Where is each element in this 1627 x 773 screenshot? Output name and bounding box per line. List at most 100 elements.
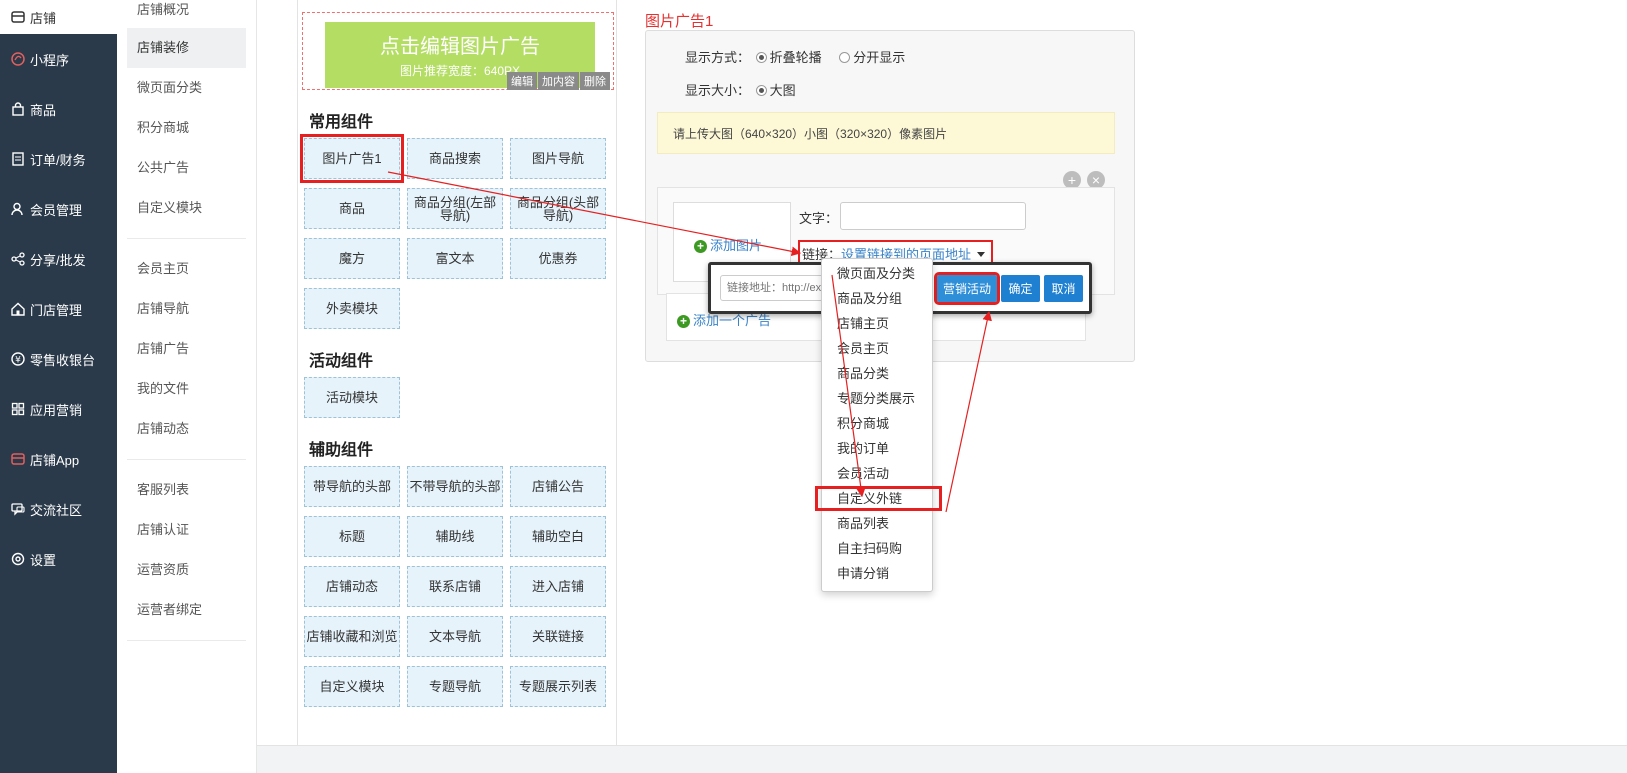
sidebar-item-apps[interactable]: 应用营销 (0, 384, 117, 434)
sidebar-item-community[interactable]: 交流社区 (0, 484, 117, 534)
submenu-item-service-list[interactable]: 客服列表 (117, 470, 256, 510)
link-url-input[interactable] (720, 275, 830, 301)
component-custom-module[interactable]: 自定义模块 (304, 666, 400, 707)
submenu-item-store-news[interactable]: 店铺动态 (117, 409, 256, 449)
confirm-button[interactable]: 确定 (1001, 275, 1040, 302)
sidebar-item-mini-program[interactable]: 小程序 (0, 34, 117, 84)
dropdown-item[interactable]: 商品及分组 (822, 286, 932, 311)
display-size-label: 显示大小： (685, 83, 751, 98)
sidebar-item-label: 设置 (30, 552, 57, 568)
sidebar-item-share[interactable]: 分享/批发 (0, 234, 117, 284)
dropdown-item[interactable]: 微页面及分类 (822, 261, 932, 286)
main-sidebar: 店铺 小程序 商品 订单/财务 会员管理 分享/批发 门店管理 ¥ 零售收银台 … (0, 0, 117, 773)
component-image-nav[interactable]: 图片导航 (510, 138, 606, 179)
image-ad-preview[interactable]: 点击编辑图片广告 图片推荐宽度：640PX 编辑 加内容 删除 (302, 12, 614, 90)
submenu-item-member-home[interactable]: 会员主页 (117, 249, 256, 289)
delete-button[interactable]: 删除 (580, 72, 610, 90)
mini-program-icon (10, 51, 26, 67)
component-activity[interactable]: 活动模块 (304, 377, 400, 418)
component-takeaway[interactable]: 外卖模块 (304, 288, 400, 329)
component-group-left-nav[interactable]: 商品分组(左部导航) (407, 188, 503, 229)
sidebar-item-store[interactable]: 店铺 (0, 0, 117, 34)
component-header-with-nav[interactable]: 带导航的头部 (304, 466, 400, 507)
component-contact-store[interactable]: 联系店铺 (407, 566, 503, 607)
component-header-without-nav[interactable]: 不带导航的头部 (407, 466, 503, 507)
submenu-item-overview[interactable]: 店铺概况 (117, 0, 256, 28)
dropdown-item[interactable]: 店铺主页 (822, 311, 932, 336)
sidebar-item-store-app[interactable]: 店铺App (0, 434, 117, 484)
section-title-common: 常用组件 (309, 114, 374, 131)
edit-button[interactable]: 编辑 (507, 72, 537, 90)
sidebar-item-orders[interactable]: 订单/财务 (0, 134, 117, 184)
apps-icon (10, 401, 26, 417)
component-guide-line[interactable]: 辅助线 (407, 516, 503, 557)
dropdown-item[interactable]: 商品分类 (822, 361, 932, 386)
component-favorites[interactable]: 店铺收藏和浏览 (304, 616, 400, 657)
members-icon (10, 201, 26, 217)
marketing-button[interactable]: 营销活动 (934, 272, 1000, 305)
store-icon (10, 9, 26, 25)
component-goods[interactable]: 商品 (304, 188, 400, 229)
text-input[interactable] (840, 202, 1026, 230)
dropdown-item[interactable]: 积分商城 (822, 411, 932, 436)
cancel-button[interactable]: 取消 (1044, 275, 1083, 302)
plus-icon: + (677, 315, 690, 328)
component-topic-nav[interactable]: 专题导航 (407, 666, 503, 707)
submenu-item-my-files[interactable]: 我的文件 (117, 369, 256, 409)
submenu-item-store-ads[interactable]: 店铺广告 (117, 329, 256, 369)
submenu-item-custom-module[interactable]: 自定义模块 (117, 188, 256, 228)
component-magic-cube[interactable]: 魔方 (304, 238, 400, 279)
dropdown-item[interactable]: 会员主页 (822, 336, 932, 361)
sidebar-item-settings[interactable]: 设置 (0, 534, 117, 584)
dropdown-item[interactable]: 专题分类展示 (822, 386, 932, 411)
sidebar-item-stores[interactable]: 门店管理 (0, 284, 117, 334)
component-rich-text[interactable]: 富文本 (407, 238, 503, 279)
radio-large-label[interactable]: 大图 (770, 83, 796, 98)
submenu-divider (127, 640, 246, 641)
sidebar-item-label: 商品 (30, 102, 57, 118)
add-image-link[interactable]: + 添加图片 (694, 235, 762, 254)
dropdown-item[interactable]: 商品列表 (822, 511, 932, 536)
plus-icon: + (694, 240, 707, 253)
chevron-down-icon[interactable] (977, 252, 986, 257)
add-content-button[interactable]: 加内容 (538, 72, 579, 90)
svg-text:¥: ¥ (15, 356, 21, 366)
dropdown-item[interactable]: 自主扫码购 (822, 536, 932, 561)
component-text-nav[interactable]: 文本导航 (407, 616, 503, 657)
component-image-ad[interactable]: 图片广告1 (300, 134, 404, 183)
sidebar-item-cashier[interactable]: ¥ 零售收银台 (0, 334, 117, 384)
radio-separate[interactable] (839, 52, 851, 63)
submenu-item-decoration[interactable]: 店铺装修 (127, 28, 246, 68)
component-store-notice[interactable]: 店铺公告 (510, 466, 606, 507)
component-store-news[interactable]: 店铺动态 (304, 566, 400, 607)
submenu-item-points-mall[interactable]: 积分商城 (117, 108, 256, 148)
order-icon (10, 151, 26, 167)
dropdown-item[interactable]: 我的订单 (822, 436, 932, 461)
dropdown-item[interactable]: 申请分销 (822, 561, 932, 586)
sidebar-item-label: 应用营销 (30, 402, 83, 418)
submenu-item-page-category[interactable]: 微页面分类 (117, 68, 256, 108)
submenu-item-operator-binding[interactable]: 运营者绑定 (117, 590, 256, 630)
radio-carousel[interactable] (755, 52, 767, 63)
component-enter-store[interactable]: 进入店铺 (510, 566, 606, 607)
component-topic-list[interactable]: 专题展示列表 (510, 666, 606, 707)
component-coupon[interactable]: 优惠券 (510, 238, 606, 279)
dropdown-item[interactable]: 会员活动 (822, 461, 932, 486)
submenu-item-store-nav[interactable]: 店铺导航 (117, 289, 256, 329)
submenu-item-qualification[interactable]: 运营资质 (117, 550, 256, 590)
radio-carousel-label[interactable]: 折叠轮播 (770, 50, 822, 65)
component-blank[interactable]: 辅助空白 (510, 516, 606, 557)
radio-separate-label[interactable]: 分开显示 (853, 50, 905, 65)
dropdown-item-custom-link[interactable]: 自定义外链 (815, 486, 942, 511)
sidebar-item-label: 会员管理 (30, 202, 83, 218)
sidebar-item-members[interactable]: 会员管理 (0, 184, 117, 234)
submenu-item-public-ads[interactable]: 公共广告 (117, 148, 256, 188)
component-group-top-nav[interactable]: 商品分组(头部导航) (510, 188, 606, 229)
sidebar-item-goods[interactable]: 商品 (0, 84, 117, 134)
submenu-item-certification[interactable]: 店铺认证 (117, 510, 256, 550)
component-title[interactable]: 标题 (304, 516, 400, 557)
radio-large[interactable] (755, 85, 767, 96)
sidebar-item-label: 零售收银台 (30, 352, 96, 368)
component-goods-search[interactable]: 商品搜索 (407, 138, 503, 179)
component-related-links[interactable]: 关联链接 (510, 616, 606, 657)
